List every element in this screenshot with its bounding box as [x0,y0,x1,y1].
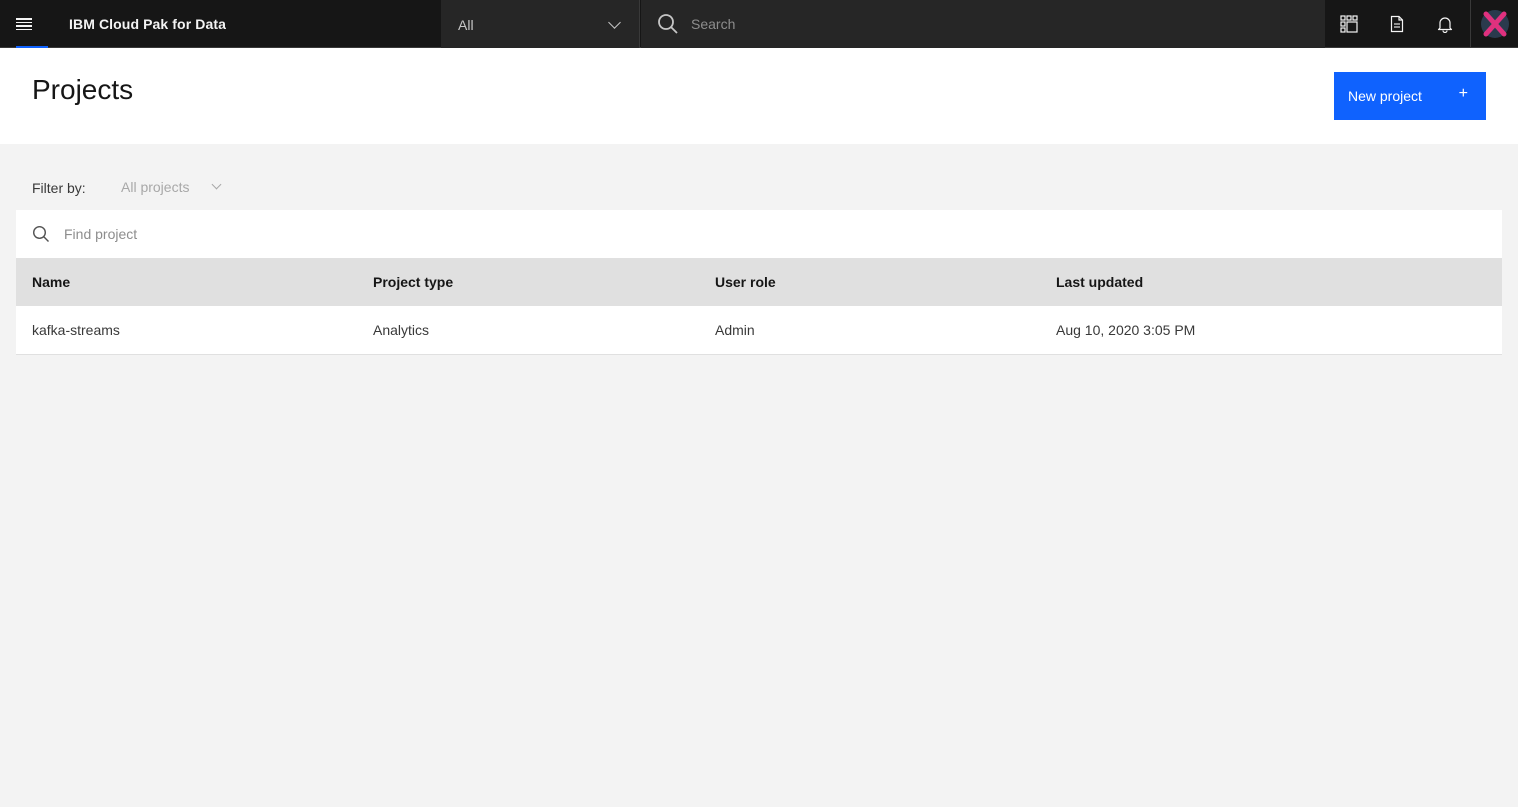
search-icon [658,14,678,34]
project-type: Analytics [373,321,430,338]
search-scope-dropdown[interactable]: All [441,0,640,48]
notifications-button[interactable] [1421,0,1469,48]
table-search [16,210,1502,258]
page-title: Projects [32,74,134,105]
apps-button[interactable] [1325,0,1373,48]
projects-data-table: Name Project type User role Last updated… [16,258,1502,355]
table-row[interactable]: kafka-streams Analytics Admin Aug 10, 20… [16,306,1502,354]
new-project-button[interactable]: New project + [1334,72,1486,120]
find-project-input[interactable] [64,210,1484,258]
projects-table: Name Project type User role Last updated… [16,210,1502,355]
global-search-input[interactable] [691,0,1311,48]
search-icon [32,225,49,242]
top-navigation-bar: IBM Cloud Pak for Data All [0,0,1518,48]
column-header-project-type[interactable]: Project type [357,258,699,306]
column-header-user-role[interactable]: User role [699,258,1040,306]
project-name[interactable]: kafka-streams [16,306,357,354]
documentation-button[interactable] [1373,0,1421,48]
new-project-label: New project [1348,88,1422,104]
filter-label: Filter by: [32,180,86,196]
page-header: Projects New project + [0,48,1518,144]
apps-icon [1340,15,1358,33]
menu-icon [16,18,32,30]
search-scope-value: All [458,17,474,33]
column-header-last-updated[interactable]: Last updated [1040,258,1502,306]
menu-button[interactable] [0,0,48,48]
user-role: Admin [715,321,755,338]
brand-name[interactable]: IBM Cloud Pak for Data [69,0,226,48]
global-search [641,0,1325,48]
avatar [1480,10,1509,38]
document-icon [1390,15,1404,33]
chevron-down-icon [211,179,222,190]
add-icon: + [1458,85,1468,102]
user-avatar-button[interactable] [1470,0,1518,48]
table-header-row: Name Project type User role Last updated [16,258,1502,306]
filter-value: All projects [121,179,190,195]
last-updated: Aug 10, 2020 3:05 PM [1056,321,1196,338]
chevron-down-icon [608,16,621,29]
notification-icon [1437,17,1453,33]
filter-dropdown[interactable]: All projects [121,176,189,198]
column-header-name[interactable]: Name [16,258,357,306]
